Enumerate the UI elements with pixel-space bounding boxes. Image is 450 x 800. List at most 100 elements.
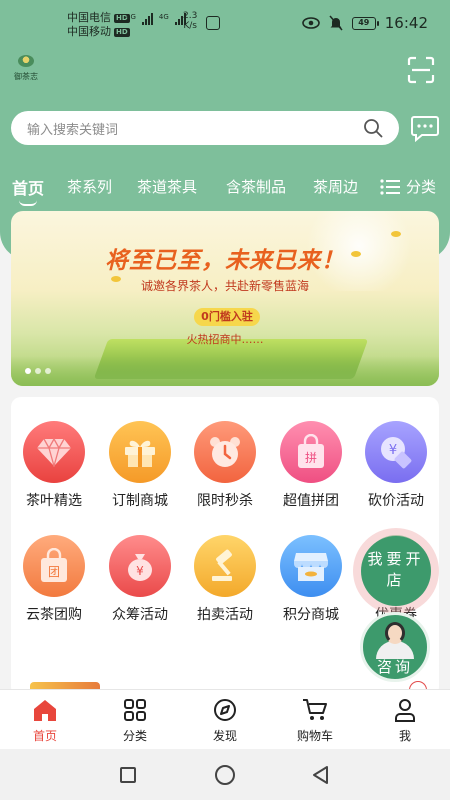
scan-icon[interactable] xyxy=(407,56,435,84)
nav-label: 分类 xyxy=(122,729,147,743)
tab-home[interactable]: 首页 xyxy=(12,175,44,206)
search-icon[interactable] xyxy=(363,118,383,138)
feature-label: 限时秒杀 xyxy=(197,493,253,509)
feature-label: 众筹活动 xyxy=(112,607,168,623)
speed-unit: K/s xyxy=(183,21,197,31)
eye-icon xyxy=(301,17,320,29)
svg-text:¥: ¥ xyxy=(389,443,397,458)
nav-discover[interactable]: 发现 xyxy=(185,698,265,744)
nav-label: 购物车 xyxy=(296,729,333,743)
tab-indicator xyxy=(19,200,37,206)
banner-subtitle: 诚邀各界茶人，共赴新零售蓝海 xyxy=(140,279,309,293)
svg-text:¥: ¥ xyxy=(136,564,144,578)
diamond-icon xyxy=(23,421,85,483)
search-bar[interactable]: 输入搜索关键词 xyxy=(11,111,399,145)
nav-label: 我 xyxy=(398,729,411,743)
svg-text:团: 团 xyxy=(48,565,60,579)
nav-home[interactable]: 首页 xyxy=(5,698,85,744)
logo-mark-icon xyxy=(18,55,34,67)
carrier-2: 中国移动 xyxy=(67,25,111,38)
feature-points-mall[interactable]: 积分商城 xyxy=(268,535,354,624)
feature-tea-selection[interactable]: 茶叶精选 xyxy=(11,421,97,510)
net-type: 4G xyxy=(126,13,136,21)
cart-icon xyxy=(303,699,327,720)
alarm-clock-icon xyxy=(194,421,256,483)
leaf-decoration xyxy=(391,231,401,237)
banner-title: 将至已至，未来已来！ xyxy=(105,248,345,274)
tab-label: 首页 xyxy=(12,179,45,198)
app-logo: 御茶志 xyxy=(12,55,40,87)
back-icon[interactable] xyxy=(311,765,329,785)
banner-note: 火热招商中…… xyxy=(186,333,264,346)
feature-crowdfunding[interactable]: ¥ 众筹活动 xyxy=(97,535,183,624)
clock: 16:42 xyxy=(384,14,428,32)
open-store-label: 我要开店 xyxy=(361,536,431,606)
nfc-icon xyxy=(206,16,220,30)
ground xyxy=(11,356,439,386)
message-icon[interactable] xyxy=(410,114,440,142)
feature-label: 茶叶精选 xyxy=(26,493,82,509)
carousel-dot[interactable] xyxy=(35,368,41,374)
mute-bell-icon xyxy=(329,15,343,31)
person-icon xyxy=(395,699,415,722)
battery-icon: 49 xyxy=(351,16,379,30)
gift-icon xyxy=(109,421,171,483)
feature-label: 砍价活动 xyxy=(368,493,424,509)
gavel-icon xyxy=(194,535,256,597)
hd-badge: HD xyxy=(114,27,130,37)
feature-bargain[interactable]: ¥ 砍价活动 xyxy=(353,421,439,510)
nav-label: 首页 xyxy=(32,729,57,743)
search-input[interactable]: 输入搜索关键词 xyxy=(27,119,363,138)
banner-pill: 0门槛入驻 xyxy=(194,308,260,326)
nav-cart[interactable]: 购物车 xyxy=(275,698,355,744)
feature-label: 超值拼团 xyxy=(283,493,339,509)
tab-tea-ware[interactable]: 茶道茶具 xyxy=(137,176,197,197)
compass-icon xyxy=(214,699,236,721)
grid-icon xyxy=(124,699,146,721)
nav-me[interactable]: 我 xyxy=(365,698,445,744)
nav-category[interactable]: 分类 xyxy=(95,698,175,744)
carousel-dot[interactable] xyxy=(25,368,31,374)
carousel-dot[interactable] xyxy=(45,368,51,374)
svg-text:拼: 拼 xyxy=(305,451,317,465)
list-icon xyxy=(380,178,400,195)
status-bar: 中国电信 HD 中国移动 HD 4G 4G 2.3 K/s 49 16:42 xyxy=(0,0,450,50)
group-bag-icon: 团 xyxy=(23,535,85,597)
promo-banner[interactable]: 将至已至，未来已来！ 诚邀各界茶人，共赴新零售蓝海 0门槛入驻 火热招商中…… xyxy=(11,211,439,386)
tab-tea-products[interactable]: 含茶制品 xyxy=(226,176,286,197)
feature-cloud-group-buy[interactable]: 团 云茶团购 xyxy=(11,535,97,624)
home-button-icon[interactable] xyxy=(215,765,235,785)
price-tag-icon: ¥ xyxy=(365,421,427,483)
carrier-info: 中国电信 HD 中国移动 HD xyxy=(67,11,130,39)
nav-label: 发现 xyxy=(212,729,237,743)
signal-icon: 4G 4G xyxy=(126,13,186,25)
consult-label: 咨询 xyxy=(376,658,413,676)
recents-icon[interactable] xyxy=(120,767,136,783)
feature-label: 订制商城 xyxy=(112,493,168,509)
feature-group-buy[interactable]: 拼 超值拼团 xyxy=(268,421,354,510)
system-navigation xyxy=(0,749,450,800)
carousel-dots xyxy=(25,368,51,374)
home-icon xyxy=(34,700,56,721)
open-store-button[interactable]: 我要开店 xyxy=(353,528,439,614)
tab-tea-peripherals[interactable]: 茶周边 xyxy=(313,176,363,197)
feature-auction[interactable]: 拍卖活动 xyxy=(182,535,268,624)
category-label: 分类 xyxy=(405,178,436,196)
logo-text: 御茶志 xyxy=(14,72,38,81)
bottom-nav: 首页 分类 发现 购物车 我 xyxy=(0,689,450,749)
feature-flash-sale[interactable]: 限时秒杀 xyxy=(182,421,268,510)
feature-label: 积分商城 xyxy=(283,607,339,623)
net-type-2: 4G xyxy=(158,13,169,21)
feature-custom-mall[interactable]: 订制商城 xyxy=(97,421,183,510)
carrier-1: 中国电信 xyxy=(67,11,111,24)
speed-value: 2.3 xyxy=(183,11,198,21)
store-icon xyxy=(280,535,342,597)
network-speed: 2.3 K/s xyxy=(183,11,197,31)
tab-tea-series[interactable]: 茶系列 xyxy=(67,176,112,197)
feature-label: 云茶团购 xyxy=(26,607,82,623)
category-button[interactable]: 分类 xyxy=(380,176,436,197)
feature-label: 拍卖活动 xyxy=(197,607,253,623)
consult-button[interactable]: 咨询 xyxy=(360,612,430,682)
category-tabs: 首页 茶系列 茶道茶具 含茶制品 茶周边 分类 xyxy=(0,170,450,206)
headset-icon xyxy=(385,622,405,644)
